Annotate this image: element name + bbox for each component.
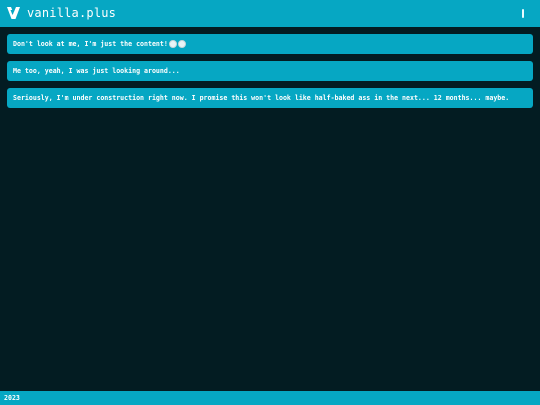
page: vanilla.plus Don't look at me, I'm just … — [0, 0, 540, 405]
content-card: Seriously, I'm under construction right … — [7, 88, 533, 108]
eyes-emoji-icon — [168, 40, 177, 48]
card-text: Seriously, I'm under construction right … — [13, 94, 510, 102]
main-content: Don't look at me, I'm just the content! … — [7, 34, 533, 115]
content-card: Don't look at me, I'm just the content! — [7, 34, 533, 54]
footer: 2023 — [0, 391, 540, 405]
footer-year: 2023 — [4, 394, 20, 402]
menu-icon — [522, 8, 524, 18]
content-card: Me too, yeah, I was just looking around.… — [7, 61, 533, 81]
eyes-emoji-icon — [177, 40, 186, 48]
menu-button[interactable] — [518, 6, 528, 20]
vanilla-v-logo-icon[interactable] — [6, 6, 21, 21]
card-text: Me too, yeah, I was just looking around.… — [13, 67, 180, 75]
card-text: Don't look at me, I'm just the content! — [13, 40, 168, 48]
top-header: vanilla.plus — [0, 0, 540, 27]
brand-name[interactable]: vanilla.plus — [27, 5, 116, 21]
